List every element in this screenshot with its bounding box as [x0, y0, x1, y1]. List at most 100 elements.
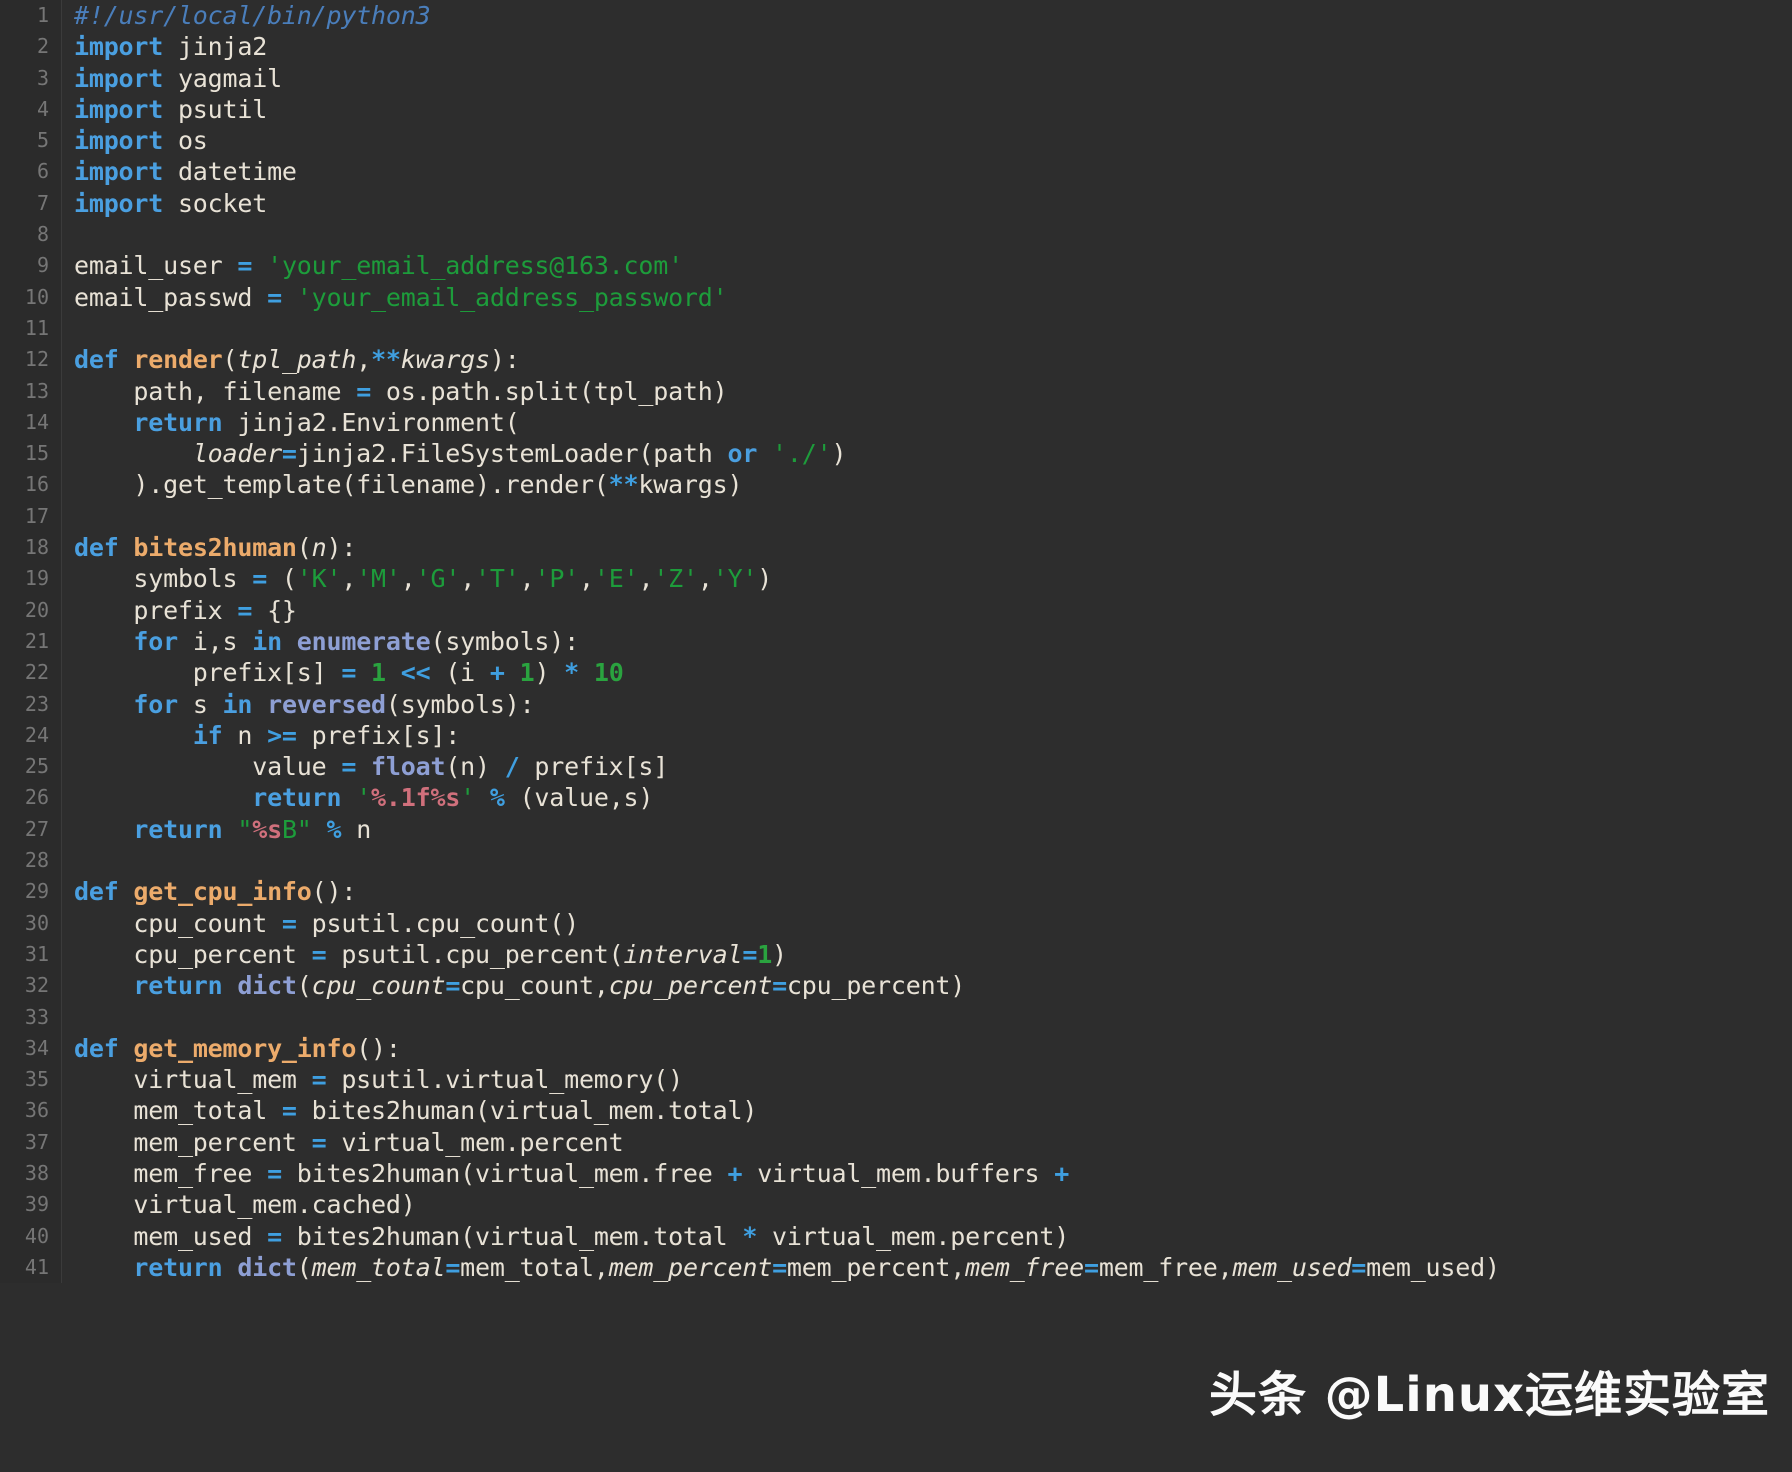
- token-op: =: [311, 1065, 327, 1095]
- token-plain: cpu_count: [74, 908, 282, 938]
- token-kw: for: [133, 626, 178, 656]
- code-line[interactable]: mem_free = bites2human(virtual_mem.free …: [74, 1158, 1792, 1189]
- token-plain: virtual_mem.buffers: [742, 1158, 1055, 1188]
- token-param: mem_free: [965, 1252, 1084, 1282]
- code-line[interactable]: def get_memory_info():: [74, 1033, 1792, 1064]
- code-line[interactable]: import jinja2: [74, 31, 1792, 62]
- token-str: B": [281, 814, 312, 844]
- token-plain: ): [534, 658, 565, 688]
- code-line[interactable]: for s in reversed(symbols):: [74, 689, 1792, 720]
- token-op: =: [1083, 1252, 1099, 1282]
- token-plain: n: [222, 720, 268, 750]
- code-line[interactable]: import yagmail: [74, 63, 1792, 94]
- token-plain: mem_total: [74, 1096, 282, 1126]
- token-plain: cpu_percent: [74, 939, 312, 969]
- code-line[interactable]: prefix[s] = 1 << (i + 1) * 10: [74, 657, 1792, 688]
- token-plain: virtual_mem.percent: [326, 1127, 624, 1157]
- line-number: 19: [24, 566, 49, 591]
- token-plain: prefix[s]:: [296, 720, 461, 750]
- token-str: ": [237, 814, 253, 844]
- token-op: =: [267, 1158, 282, 1188]
- code-line[interactable]: return dict(mem_total=mem_total,mem_perc…: [74, 1252, 1792, 1283]
- token-str: 'G': [415, 564, 461, 594]
- code-line[interactable]: cpu_percent = psutil.cpu_percent(interva…: [74, 939, 1792, 970]
- token-op: =: [742, 939, 758, 969]
- code-line[interactable]: prefix = {}: [74, 595, 1792, 626]
- line-number: 20: [24, 597, 49, 622]
- line-number: 12: [24, 347, 49, 372]
- code-line[interactable]: path, filename = os.path.split(tpl_path): [74, 376, 1792, 407]
- code-editor[interactable]: 1 2 3 4 5 6 7 8 9 10 11 12 13 14 15 16 17 18 19 20 21 22 23 24 2…: [0, 0, 1792, 1472]
- code-line[interactable]: virtual_mem = psutil.virtual_memory(): [74, 1064, 1792, 1095]
- token-plain: path, filename: [74, 376, 357, 406]
- watermark-text: 头条 @Linux运维实验室: [1208, 1367, 1770, 1423]
- code-line[interactable]: mem_used = bites2human(virtual_mem.total…: [74, 1221, 1792, 1252]
- code-content-area[interactable]: #!/usr/local/bin/python3 import jinja2 imp…: [62, 0, 1792, 1284]
- token-plain: ): [831, 439, 847, 469]
- token-plain: (symbols):: [385, 689, 535, 719]
- line-number: 31: [24, 941, 49, 966]
- code-line[interactable]: symbols = ('K','M','G','T','P','E','Z','…: [74, 563, 1792, 594]
- code-line[interactable]: return dict(cpu_count=cpu_count,cpu_perc…: [74, 970, 1792, 1001]
- code-line[interactable]: [74, 1002, 1792, 1033]
- token-op: =: [445, 971, 461, 1001]
- code-line[interactable]: [74, 219, 1792, 250]
- token-plain: ,: [356, 345, 372, 375]
- code-line[interactable]: def get_cpu_info():: [74, 876, 1792, 907]
- code-line[interactable]: import datetime: [74, 156, 1792, 187]
- token-plain: psutil.cpu_count(): [296, 908, 580, 938]
- code-line[interactable]: import socket: [74, 188, 1792, 219]
- token-plain: ):: [489, 345, 520, 375]
- code-line[interactable]: loader=jinja2.FileSystemLoader(path or '…: [74, 438, 1792, 469]
- code-line[interactable]: return "%sB" % n: [74, 814, 1792, 845]
- code-line[interactable]: if n >= prefix[s]:: [74, 720, 1792, 751]
- token-str: 'Y': [712, 564, 758, 594]
- code-line[interactable]: import psutil: [74, 94, 1792, 125]
- code-line[interactable]: email_passwd = 'your_email_address_passw…: [74, 282, 1792, 313]
- line-number: 21: [24, 628, 49, 653]
- token-fn: get_cpu_info: [133, 877, 312, 907]
- code-line[interactable]: return '%.1f%s' % (value,s): [74, 782, 1792, 813]
- code-line[interactable]: [74, 313, 1792, 344]
- code-line[interactable]: mem_percent = virtual_mem.percent: [74, 1127, 1792, 1158]
- code-line[interactable]: for i,s in enumerate(symbols):: [74, 626, 1792, 657]
- code-line[interactable]: #!/usr/local/bin/python3: [74, 0, 1792, 31]
- code-line[interactable]: virtual_mem.cached): [74, 1189, 1792, 1220]
- token-plain: mem_percent,: [786, 1252, 966, 1282]
- token-kw: def: [74, 345, 119, 375]
- token-kw: def: [74, 877, 119, 907]
- line-number: 2: [36, 34, 49, 59]
- line-number: 28: [24, 848, 49, 873]
- token-plain: symbols: [74, 564, 253, 594]
- token-op: +: [489, 658, 505, 688]
- line-number: 8: [36, 222, 49, 247]
- code-line[interactable]: return jinja2.Environment(: [74, 407, 1792, 438]
- code-line[interactable]: def render(tpl_path,**kwargs):: [74, 344, 1792, 375]
- token-plain: ():: [356, 1033, 401, 1063]
- code-line[interactable]: def bites2human(n):: [74, 532, 1792, 563]
- code-line[interactable]: import os: [74, 125, 1792, 156]
- token-num: 10: [593, 658, 624, 688]
- token-num: 1: [519, 658, 535, 688]
- line-number: 6: [36, 159, 49, 184]
- token-kw: return: [133, 1252, 223, 1282]
- token-op: =: [281, 1096, 297, 1126]
- token-op: =: [341, 752, 357, 782]
- code-line[interactable]: [74, 845, 1792, 876]
- code-line[interactable]: email_user = 'your_email_address@163.com…: [74, 250, 1792, 281]
- token-plain: ).get_template(filename).render(: [74, 470, 609, 500]
- code-line[interactable]: value = float(n) / prefix[s]: [74, 751, 1792, 782]
- code-line[interactable]: mem_total = bites2human(virtual_mem.tota…: [74, 1095, 1792, 1126]
- code-line[interactable]: [74, 501, 1792, 532]
- code-line[interactable]: ).get_template(filename).render(**kwargs…: [74, 469, 1792, 500]
- code-line[interactable]: cpu_count = psutil.cpu_count(): [74, 908, 1792, 939]
- line-number: 15: [24, 441, 49, 466]
